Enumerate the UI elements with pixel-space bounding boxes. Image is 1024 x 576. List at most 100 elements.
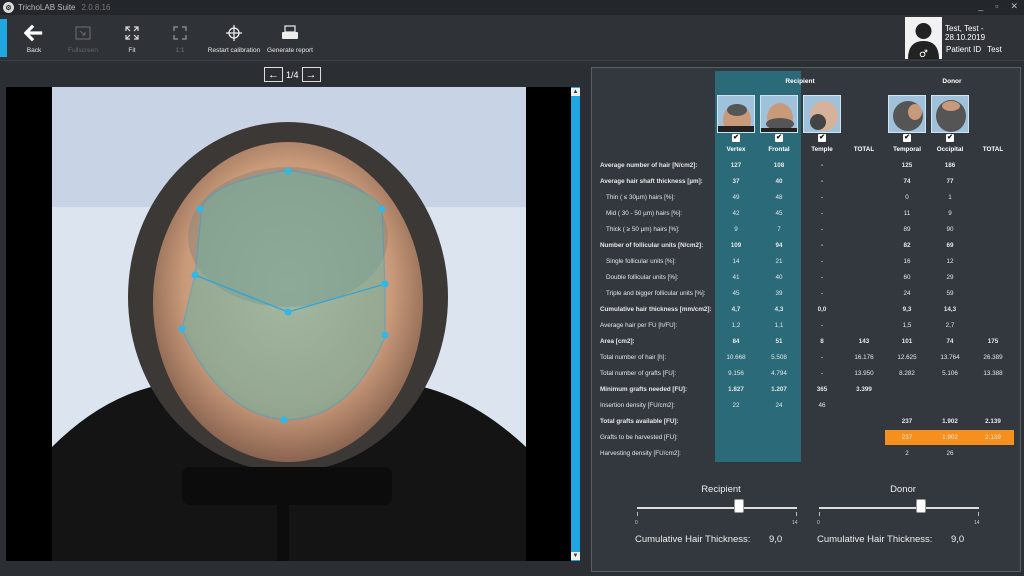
- table-cell: 4.794: [771, 370, 787, 377]
- donor-header: Donor: [942, 78, 962, 85]
- printer-icon: [280, 23, 300, 43]
- table-cell: 14,3: [943, 306, 957, 313]
- table-cell: 24: [775, 402, 783, 409]
- table-cell: 1,2: [731, 322, 741, 329]
- frontal-checkbox[interactable]: ✔: [775, 134, 783, 142]
- table-cell: 125: [901, 162, 913, 169]
- table-cell: 84: [732, 338, 740, 345]
- table-cell: 21: [775, 258, 783, 265]
- restart-calibration-label: Restart calibration: [207, 46, 261, 54]
- table-cell: -: [820, 258, 824, 265]
- row-label: Thick ( ≥ 50 µm) hairs [%]:: [606, 226, 680, 233]
- donor-slider-max: 14: [974, 520, 980, 526]
- recipient-header: Recipient: [785, 78, 815, 85]
- table-cell: 90: [946, 226, 954, 233]
- table-cell: 24: [903, 290, 911, 297]
- patient-id-label: Patient ID: [946, 45, 982, 54]
- table-cell: 1: [948, 194, 952, 201]
- thumb-temporal[interactable]: [888, 95, 926, 133]
- table-cell: 8.282: [899, 370, 915, 377]
- table-cell: 9,3: [902, 306, 912, 313]
- image-viewer[interactable]: [6, 87, 576, 561]
- col-occipital: Occipital: [936, 146, 964, 153]
- table-cell: 89: [903, 226, 911, 233]
- table-cell: 0: [905, 194, 909, 201]
- table-cell: 4,3: [774, 306, 784, 313]
- horizontal-scrollbar[interactable]: [6, 563, 580, 572]
- scroll-up-button[interactable]: ▲: [571, 88, 580, 96]
- donor-slider-value: 9,0: [951, 534, 965, 545]
- recipient-slider-track[interactable]: [637, 507, 797, 509]
- one-to-one-button[interactable]: 1:1: [166, 15, 194, 61]
- fit-arrows-icon: [122, 23, 142, 43]
- thumb-occipital[interactable]: [931, 95, 969, 133]
- fit-button[interactable]: Fit: [118, 15, 146, 61]
- restart-calibration-button[interactable]: Restart calibration: [206, 15, 262, 61]
- table-cell: 26: [946, 450, 954, 457]
- close-button[interactable]: ✕: [1010, 1, 1018, 12]
- table-row: Double follicular units [%]: 41 40 - 60 29: [592, 270, 1022, 286]
- scroll-down-button[interactable]: ▼: [571, 552, 580, 560]
- thumb-temple[interactable]: [803, 95, 841, 133]
- col-frontal: Frontal: [768, 146, 790, 153]
- table-cell: 2.139: [985, 434, 1001, 441]
- row-label: Mid ( 30 - 50 µm) hairs [%]:: [606, 210, 683, 217]
- table-row: Thin ( ≤ 30µm) hairs [%]: 49 48 - 0 1: [592, 190, 1022, 206]
- table-cell: 186: [944, 162, 956, 169]
- row-label: Average hair shaft thickness [µm]:: [600, 178, 703, 185]
- recipient-slider-value: 9,0: [769, 534, 783, 545]
- table-cell: 1.902: [942, 418, 958, 425]
- recipient-slider-title: Recipient: [701, 484, 741, 495]
- table-row: Thick ( ≥ 50 µm) hairs [%]: 9 7 - 89 90: [592, 222, 1022, 238]
- back-arrow-icon: [24, 23, 44, 43]
- table-cell: 69: [946, 242, 954, 249]
- donor-slider-group: Donor 0 14 Cumulative Hair Thickness: 9,…: [813, 470, 993, 570]
- table-cell: 29: [946, 274, 954, 281]
- patient-id: Patient ID Test: [946, 45, 1002, 54]
- thumb-vertex[interactable]: [717, 95, 755, 133]
- row-label: Grafts to be harvested [FU]:: [600, 434, 678, 441]
- table-cell: 60: [903, 274, 911, 281]
- table-row: Average hair per FU [h/FU]: 1,2 1,1 - 1,5 2,7: [592, 318, 1022, 334]
- recipient-slider-thumb[interactable]: [734, 499, 745, 513]
- table-cell: 127: [730, 162, 742, 169]
- row-label: Total number of grafts [FU]:: [600, 370, 677, 377]
- table-cell: 2.139: [985, 418, 1001, 425]
- generate-report-button[interactable]: Generate report: [265, 15, 315, 61]
- col-temple: Temple: [811, 146, 833, 153]
- prev-image-button[interactable]: ←: [264, 67, 283, 82]
- table-cell: -: [820, 226, 824, 233]
- one-to-one-label: 1:1: [175, 46, 185, 54]
- app-version: 2.0.8.16: [81, 3, 111, 12]
- table-cell: -: [820, 322, 824, 329]
- table-cell: -: [820, 370, 824, 377]
- temple-checkbox[interactable]: ✔: [818, 134, 826, 142]
- results-table: Recipient Donor ✔ ✔ ✔ ✔ ✔ Vertex Frontal…: [592, 68, 1022, 468]
- col-temporal: Temporal: [893, 146, 921, 153]
- table-row: Harvesting density [FU/cm2]: 2 26: [592, 446, 1022, 462]
- toolbar: Back Fullscreen Fit 1:1 Restart calibrat…: [0, 15, 1024, 61]
- maximize-button[interactable]: ▫: [995, 1, 998, 12]
- donor-slider-thumb[interactable]: [916, 499, 927, 513]
- vertical-scrollbar[interactable]: ▲ ▼: [571, 87, 580, 561]
- minimize-button[interactable]: _: [978, 1, 983, 12]
- recipient-slider-max: 14: [792, 520, 798, 526]
- table-cell: 39: [775, 290, 783, 297]
- temporal-checkbox[interactable]: ✔: [903, 134, 911, 142]
- donor-slider-min: 0: [817, 520, 820, 526]
- table-cell: -: [820, 178, 824, 185]
- occipital-checkbox[interactable]: ✔: [946, 134, 954, 142]
- table-cell: 1,1: [774, 322, 784, 329]
- back-button[interactable]: Back: [16, 15, 52, 61]
- table-cell: 8: [820, 338, 824, 345]
- fullscreen-icon: [73, 23, 93, 43]
- table-cell: 2,7: [945, 322, 955, 329]
- donor-slider-track[interactable]: [819, 507, 979, 509]
- vertex-checkbox[interactable]: ✔: [732, 134, 740, 142]
- table-cell: 9.156: [728, 370, 744, 377]
- fullscreen-label: Fullscreen: [68, 46, 98, 54]
- table-cell: 59: [946, 290, 954, 297]
- next-image-button[interactable]: →: [301, 67, 321, 82]
- thumb-frontal[interactable]: [760, 95, 798, 133]
- fullscreen-button[interactable]: Fullscreen: [64, 15, 102, 61]
